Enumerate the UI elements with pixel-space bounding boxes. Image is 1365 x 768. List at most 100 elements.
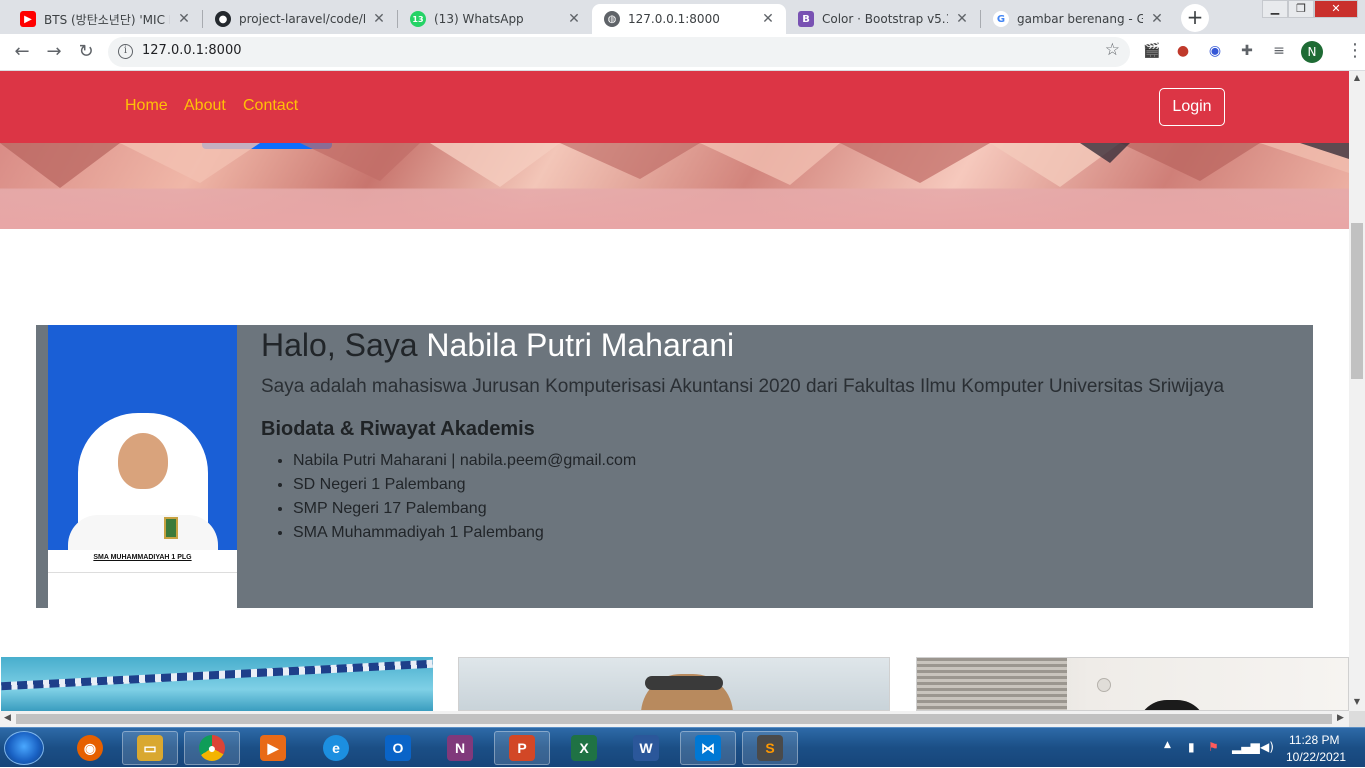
taskbar-vscode[interactable]: ⋈ <box>680 731 736 765</box>
volume-icon[interactable]: ◀) <box>1260 740 1274 754</box>
internet-explorer-icon: e <box>323 735 349 761</box>
gallery-image-pool[interactable] <box>1 657 433 711</box>
menu-kebab-icon[interactable]: ⋮ <box>1346 40 1364 61</box>
close-icon[interactable]: ✕ <box>176 11 192 27</box>
puzzle-extensions-icon[interactable]: ✚ <box>1238 42 1256 60</box>
taskbar-sublime-text[interactable]: S <box>742 731 798 765</box>
taskbar-file-explorer[interactable]: ▭ <box>122 731 178 765</box>
uniform-shape <box>68 515 218 555</box>
face-shape <box>118 433 168 489</box>
close-icon[interactable]: ✕ <box>954 11 970 27</box>
list-item: SMP Negeri 17 Palembang <box>293 499 636 523</box>
bootstrap-icon: B <box>798 11 814 27</box>
shield-extension-icon[interactable]: ◉ <box>1206 42 1224 60</box>
new-tab-button[interactable]: + <box>1181 4 1209 32</box>
sublime-text-icon: S <box>757 735 783 761</box>
profile-lead: Saya adalah mahasiswa Jurusan Komputeris… <box>261 376 1225 397</box>
lamp-shape <box>1097 678 1111 692</box>
profile-photo: SMA MUHAMMADIYAH 1 PLG <box>48 325 237 608</box>
site-info-icon[interactable]: i <box>118 44 133 59</box>
close-icon[interactable]: ✕ <box>371 11 387 27</box>
powerpoint-icon: P <box>509 735 535 761</box>
taskbar-word[interactable]: W <box>618 731 674 765</box>
gallery-image-room[interactable] <box>916 657 1349 711</box>
network-signal-icon[interactable]: ▂▄▆ <box>1232 740 1260 754</box>
greeting-text: Halo, Saya <box>261 327 418 363</box>
biodata-list: Nabila Putri Maharani | nabila.peem@gmai… <box>293 451 636 547</box>
clock-date[interactable]: 10/22/2021 <box>1286 750 1346 764</box>
list-item: Nabila Putri Maharani | nabila.peem@gmai… <box>293 451 636 475</box>
gallery-image-swimmer[interactable] <box>458 657 890 711</box>
taskbar-powerpoint[interactable]: P <box>494 731 550 765</box>
action-center-flag-icon[interactable]: ⚑ <box>1208 740 1219 754</box>
media-player-icon: ▶ <box>260 735 286 761</box>
polygon-background-image <box>0 143 1349 188</box>
hero-carousel[interactable] <box>0 143 1349 229</box>
profile-avatar[interactable]: N <box>1301 41 1323 63</box>
taskbar-outlook[interactable]: O <box>370 731 426 765</box>
tab-google[interactable]: G gambar berenang - Goo ✕ <box>981 4 1175 34</box>
scroll-left-icon[interactable]: ◀ <box>4 713 11 723</box>
lane-rope-shape <box>1 659 433 691</box>
whatsapp-icon: 13 <box>410 11 426 27</box>
tab-bootstrap[interactable]: B Color · Bootstrap v5.1 ✕ <box>786 4 980 34</box>
start-button[interactable] <box>4 731 44 765</box>
chrome-icon: ● <box>199 735 225 761</box>
address-bar[interactable]: i 127.0.0.1:8000 ☆ <box>108 37 1130 67</box>
close-icon[interactable]: ✕ <box>566 11 582 27</box>
show-hidden-icons-chevron-icon[interactable]: ▲ <box>1164 740 1171 750</box>
tab-youtube[interactable]: ▶ BTS (방탄소년단) 'MIC D ✕ <box>8 4 202 34</box>
scroll-right-icon[interactable]: ▶ <box>1337 713 1344 723</box>
close-icon[interactable]: ✕ <box>1149 11 1165 27</box>
login-button[interactable]: Login <box>1159 88 1225 126</box>
nav-link-home[interactable]: Home <box>125 97 168 115</box>
biodata-heading: Biodata & Riwayat Akademis <box>261 418 535 440</box>
taskbar-onenote[interactable]: N <box>432 731 488 765</box>
nav-link-contact[interactable]: Contact <box>243 97 298 115</box>
media-queue-icon[interactable]: ≡ <box>1270 42 1288 60</box>
clapperboard-extension-icon[interactable]: 🎬 <box>1143 42 1161 60</box>
word-icon: W <box>633 735 659 761</box>
outlook-icon: O <box>385 735 411 761</box>
vertical-scroll-thumb[interactable] <box>1351 223 1363 379</box>
browser-tab-strip: ▶ BTS (방탄소년단) 'MIC D ✕ ● project-laravel… <box>0 0 1365 34</box>
horizontal-scroll-thumb[interactable] <box>16 714 1332 724</box>
reload-icon[interactable]: ↻ <box>74 40 98 64</box>
clock-time[interactable]: 11:28 PM <box>1289 733 1339 747</box>
list-item: SMA Muhammadiyah 1 Palembang <box>293 523 636 547</box>
back-icon[interactable]: ← <box>10 40 34 64</box>
minimize-button[interactable]: ▁ <box>1262 0 1288 18</box>
taskbar-media-player[interactable]: ▶ <box>245 731 301 765</box>
ladybug-extension-icon[interactable]: ● <box>1174 42 1192 60</box>
profile-name: Nabila Putri Maharani <box>426 327 735 363</box>
tab-localhost[interactable]: ◍ 127.0.0.1:8000 ✕ <box>592 4 786 34</box>
scroll-down-icon[interactable]: ▼ <box>1349 697 1365 706</box>
profile-heading: Halo, Saya Nabila Putri Maharani <box>261 327 734 364</box>
close-window-button[interactable]: ✕ <box>1314 0 1358 18</box>
forward-icon[interactable]: → <box>42 40 66 64</box>
maximize-button[interactable]: ❐ <box>1288 0 1314 18</box>
horizontal-scrollbar[interactable]: ◀ ▶ <box>0 711 1349 727</box>
youtube-icon: ▶ <box>20 11 36 27</box>
excel-icon: X <box>571 735 597 761</box>
tab-title: 127.0.0.1:8000 <box>628 12 720 26</box>
taskbar-firefox[interactable]: ◉ <box>62 731 118 765</box>
tab-github[interactable]: ● project-laravel/code/Na ✕ <box>203 4 397 34</box>
taskbar-excel[interactable]: X <box>556 731 612 765</box>
firefox-icon: ◉ <box>77 735 103 761</box>
nav-link-about[interactable]: About <box>184 97 226 115</box>
battery-icon[interactable]: ▮ <box>1188 740 1195 754</box>
person-head-shape <box>1137 700 1207 710</box>
close-icon[interactable]: ✕ <box>760 11 776 27</box>
tab-title: project-laravel/code/Na <box>239 12 365 26</box>
tab-whatsapp[interactable]: 13 (13) WhatsApp ✕ <box>398 4 592 34</box>
address-text[interactable]: 127.0.0.1:8000 <box>142 43 242 58</box>
tab-title: gambar berenang - Goo <box>1017 12 1143 26</box>
taskbar-internet-explorer[interactable]: e <box>308 731 364 765</box>
google-icon: G <box>993 11 1009 27</box>
window-blind-shape <box>917 658 1067 710</box>
bookmark-star-icon[interactable]: ☆ <box>1105 40 1120 60</box>
scroll-up-icon[interactable]: ▲ <box>1349 73 1365 82</box>
taskbar-chrome[interactable]: ● <box>184 731 240 765</box>
vertical-scrollbar[interactable]: ▲ ▼ <box>1349 71 1365 711</box>
